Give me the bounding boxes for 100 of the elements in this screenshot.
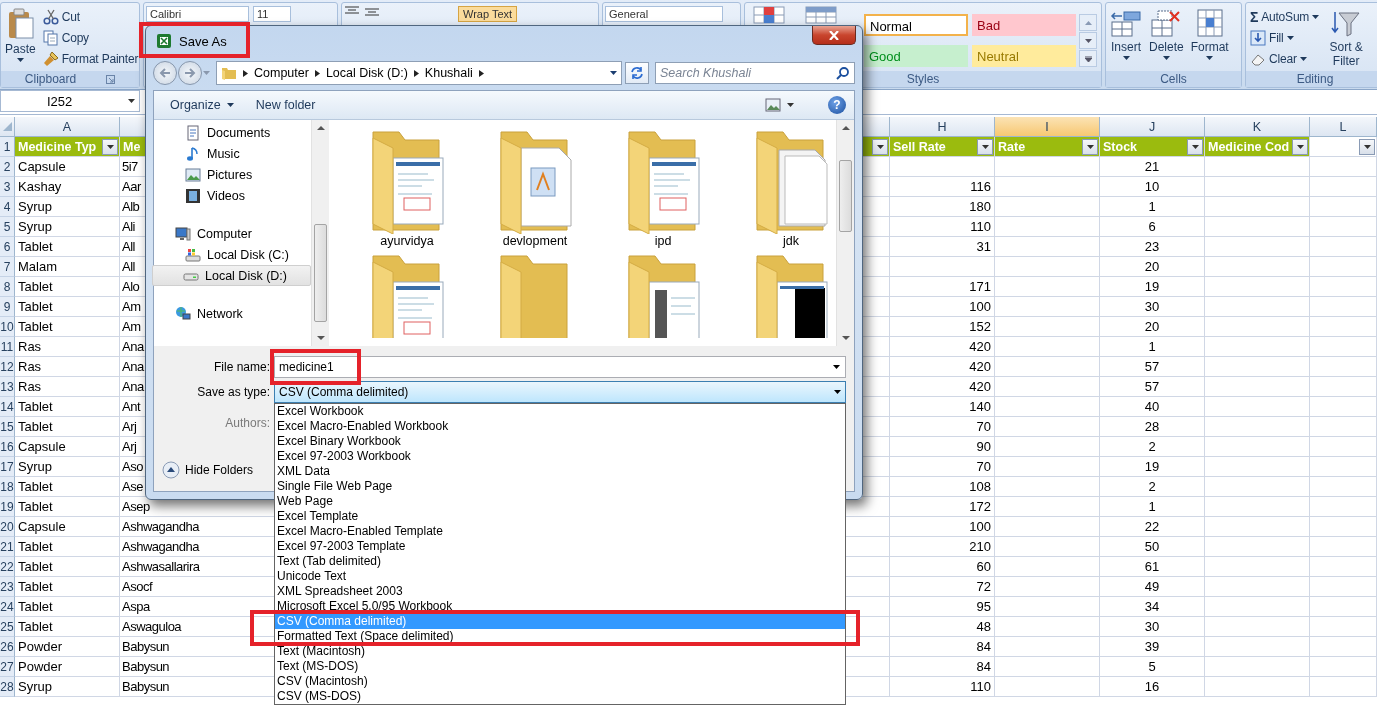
dropdown-option[interactable]: Excel Template [275,509,845,524]
row-number[interactable]: 18 [0,477,15,497]
dropdown-option[interactable]: Formatted Text (Space delimited) [275,629,845,644]
folder-item[interactable]: ipd [599,124,727,248]
filter-button[interactable] [102,138,118,155]
autosum-button[interactable]: Σ AutoSum [1248,8,1322,26]
filter-button[interactable] [1082,138,1098,155]
row-number[interactable]: 17 [0,457,15,477]
filter-button[interactable] [1359,138,1375,155]
clear-button[interactable]: Clear [1248,50,1322,68]
row-number[interactable]: 9 [0,297,15,317]
cut-button[interactable]: Cut [40,8,141,26]
row-number[interactable]: 15 [0,417,15,437]
row-number[interactable]: 4 [0,197,15,217]
row-number[interactable]: 8 [0,277,15,297]
format-button[interactable]: Format [1188,6,1231,71]
folder-item[interactable]: jdk [727,124,836,248]
row-number[interactable]: 5 [0,217,15,237]
fill-button[interactable]: Fill [1248,29,1322,47]
dropdown-option[interactable]: Single File Web Page [275,479,845,494]
row-number[interactable]: 21 [0,537,15,557]
column-letter[interactable]: A [15,117,120,137]
refresh-button[interactable] [625,62,649,84]
dropdown-option[interactable]: CSV (Macintosh) [275,674,845,689]
gallery-more-button[interactable] [1079,50,1097,67]
row-number[interactable]: 16 [0,437,15,457]
row-number[interactable]: 20 [0,517,15,537]
dropdown-option[interactable]: Text (Tab delimited) [275,554,845,569]
dropdown-option[interactable]: Unicode Text [275,569,845,584]
dropdown-option[interactable]: Excel 97-2003 Workbook [275,449,845,464]
row-number[interactable]: 6 [0,237,15,257]
row-number[interactable]: 10 [0,317,15,337]
cell-style-swatch[interactable]: Good [864,44,968,67]
paste-button[interactable]: Paste [3,6,38,71]
gallery-down-button[interactable] [1079,32,1097,49]
organize-button[interactable]: Organize [164,96,240,114]
scrollbar[interactable] [311,120,329,346]
row-number[interactable]: 27 [0,657,15,677]
dropdown-option[interactable]: XML Data [275,464,845,479]
delete-button[interactable]: Delete [1147,6,1186,71]
column-letter[interactable]: H [890,117,995,137]
scrollbar[interactable] [836,120,854,346]
row-number[interactable]: 1 [0,137,15,157]
search-field[interactable]: Search Khushali [655,62,855,84]
row-number[interactable]: 13 [0,377,15,397]
dropdown-option[interactable]: Excel Macro-Enabled Template [275,524,845,539]
row-number[interactable]: 19 [0,497,15,517]
column-letter[interactable]: I [995,117,1100,137]
dropdown-option[interactable]: Excel 97-2003 Template [275,539,845,554]
breadcrumb-link[interactable]: Khushali [424,66,473,80]
dropdown-option[interactable]: Excel Macro-Enabled Workbook [275,419,845,434]
sort-filter-button[interactable]: Sort & Filter [1324,6,1369,71]
dropdown-option[interactable]: Web Page [275,494,845,509]
folder-item[interactable]: devlopment [471,124,599,248]
dropdown-option[interactable]: CSV (MS-DOS) [275,689,845,704]
cell-style-swatch[interactable]: Neutral [972,44,1076,67]
name-box[interactable]: I252 [0,90,140,112]
dropdown-option[interactable]: Text (MS-DOS) [275,659,845,674]
cell-style-swatch[interactable]: Bad [972,14,1076,36]
cell-style-swatch[interactable]: Normal [864,14,968,36]
format-painter-button[interactable]: Format Painter [40,50,141,68]
folder-item[interactable]: ayurvidya [343,124,471,248]
column-letter[interactable]: K [1205,117,1310,137]
row-number[interactable]: 23 [0,577,15,597]
row-number[interactable]: 24 [0,597,15,617]
row-number[interactable]: 12 [0,357,15,377]
file-name-field[interactable]: medicine1 [274,356,846,378]
wrap-text-button[interactable]: Wrap Text [458,6,518,22]
close-button[interactable] [812,26,856,45]
dropdown-option[interactable]: Excel Binary Workbook [275,434,845,449]
address-bar[interactable]: Computer Local Disk (D:) Khushali [216,61,622,85]
dropdown-option[interactable]: Microsoft Excel 5.0/95 Workbook [275,599,845,614]
filter-button[interactable] [1292,138,1308,155]
insert-button[interactable]: Insert [1108,6,1144,71]
row-number[interactable]: 7 [0,257,15,277]
row-number[interactable]: 14 [0,397,15,417]
dropdown-option[interactable]: XML Spreadsheet 2003 [275,584,845,599]
row-number[interactable]: 2 [0,157,15,177]
nav-item[interactable]: Documents [182,122,311,143]
row-number[interactable]: 25 [0,617,15,637]
new-folder-button[interactable]: New folder [249,96,322,114]
row-number[interactable]: 26 [0,637,15,657]
row-number[interactable]: 11 [0,337,15,357]
filter-button[interactable] [1187,138,1203,155]
row-number[interactable]: 28 [0,677,15,697]
column-letter[interactable]: J [1100,117,1205,137]
nav-item[interactable]: Local Disk (D:) [152,265,311,286]
dropdown-option[interactable]: Excel Workbook [275,404,845,419]
dropdown-option[interactable]: Text (Macintosh) [275,644,845,659]
font-size-box[interactable]: 11 [253,6,291,22]
number-format-box[interactable]: General [605,6,723,22]
filter-button[interactable] [977,138,993,155]
column-letter[interactable]: L [1310,117,1377,137]
copy-button[interactable]: Copy [40,29,141,47]
breadcrumb-link[interactable]: Local Disk (D:) [325,66,408,80]
breadcrumb-link[interactable]: Computer [254,66,309,80]
font-box[interactable]: Calibri [146,6,249,22]
row-number[interactable]: 22 [0,557,15,577]
row-number[interactable]: 3 [0,177,15,197]
hide-folders-button[interactable]: Hide Folders [162,461,254,479]
